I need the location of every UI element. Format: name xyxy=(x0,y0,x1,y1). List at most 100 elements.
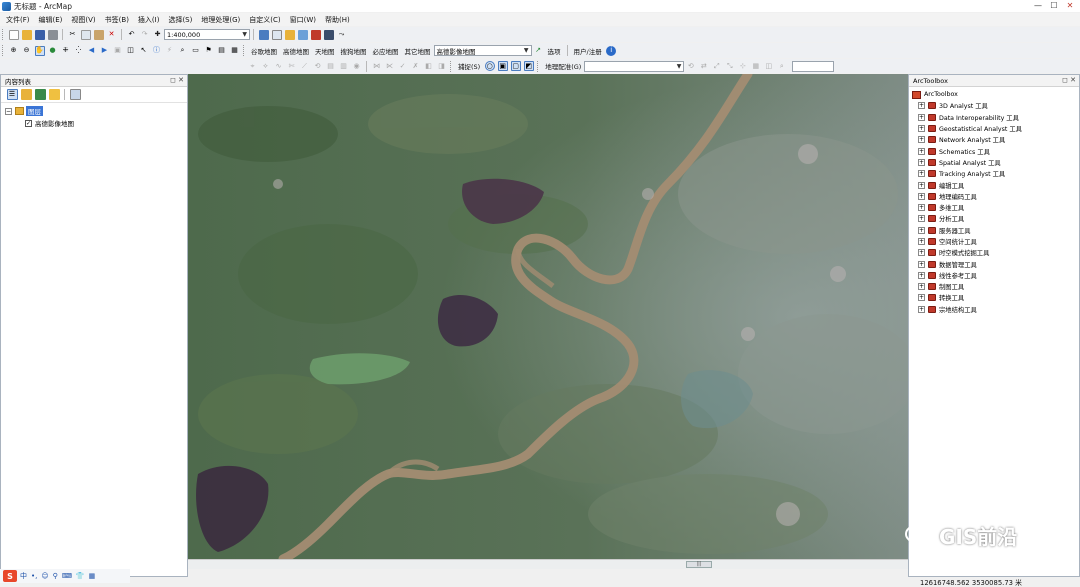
basemap-menu-other[interactable]: 其它地图 xyxy=(405,46,431,56)
add-control-points-icon[interactable]: ⤡ xyxy=(725,61,735,71)
toolbar-grip[interactable] xyxy=(243,45,246,56)
maximize-icon[interactable]: ☐ xyxy=(1046,0,1062,11)
expand-icon[interactable]: + xyxy=(918,147,925,155)
toolbox-item-label[interactable]: 制图工具 xyxy=(939,282,964,291)
toolbox-item-label[interactable]: Spatial Analyst 工具 xyxy=(939,158,1001,167)
expand-icon[interactable]: + xyxy=(918,249,925,257)
toolbox-item-label[interactable]: 空间统计工具 xyxy=(939,237,977,246)
list-by-source-icon[interactable] xyxy=(20,89,32,100)
map-view[interactable] xyxy=(188,74,908,559)
expand-icon[interactable]: + xyxy=(918,294,925,302)
info-icon[interactable]: i xyxy=(606,45,617,56)
georeferencing-menu[interactable]: 地理配准(G) xyxy=(545,61,581,71)
cut-polygons-icon[interactable]: ✄ xyxy=(287,61,297,71)
list-by-drawing-order-icon[interactable]: ☰ xyxy=(6,89,18,100)
options-menu[interactable]: 选项 xyxy=(548,46,561,56)
undo-icon[interactable]: ↶ xyxy=(127,30,137,40)
edit-tool-icon[interactable]: ⌖ xyxy=(248,61,258,71)
toolbox-item[interactable]: + 服务器工具 xyxy=(912,225,1076,236)
toolbox-item[interactable]: + 时空模式挖掘工具 xyxy=(912,247,1076,258)
toolbox-item-label[interactable]: Schematics 工具 xyxy=(939,147,990,156)
pin-icon[interactable]: ◻ xyxy=(1062,76,1068,84)
toolbox-item-label[interactable]: 转换工具 xyxy=(939,293,964,302)
expand-icon[interactable]: + xyxy=(918,226,925,234)
toolbox-item-label[interactable]: 宗地结构工具 xyxy=(939,305,977,314)
sogou-ime-icon[interactable]: S xyxy=(3,570,17,582)
toolbox-item-label[interactable]: Geostatistical Analyst 工具 xyxy=(939,124,1022,133)
expand-icon[interactable]: + xyxy=(918,136,925,144)
minimize-icon[interactable]: — xyxy=(1030,0,1046,11)
validate-icon[interactable]: ✓ xyxy=(398,61,408,71)
toolbox-item-label[interactable]: 时空模式挖掘工具 xyxy=(939,248,989,257)
menu-help[interactable]: 帮助(H) xyxy=(325,15,350,25)
table-of-contents-icon[interactable] xyxy=(271,29,282,40)
toolbox-item[interactable]: + 转换工具 xyxy=(912,292,1076,303)
expand-icon[interactable]: + xyxy=(918,102,925,110)
map-horizontal-scrollbar[interactable]: ||| xyxy=(188,559,908,569)
expand-icon[interactable]: + xyxy=(918,125,925,133)
time-slider-icon[interactable]: ▤ xyxy=(217,46,227,56)
copy-icon[interactable] xyxy=(80,29,91,40)
expand-icon[interactable]: + xyxy=(918,181,925,189)
expand-icon[interactable]: + xyxy=(918,170,925,178)
scale-raster-icon[interactable]: ⤢ xyxy=(712,61,722,71)
expand-icon[interactable]: + xyxy=(918,204,925,212)
edge-snapping-icon[interactable]: ◩ xyxy=(523,61,534,71)
toolbox-item[interactable]: + 多维工具 xyxy=(912,202,1076,213)
basemap-menu-tianditu[interactable]: 天地图 xyxy=(315,46,335,56)
toolbox-item-label[interactable]: 分析工具 xyxy=(939,214,964,223)
shift-raster-icon[interactable]: ⇄ xyxy=(699,61,709,71)
toolbox-item-label[interactable]: 地理编码工具 xyxy=(939,192,977,201)
basemap-layer-select[interactable]: 高德影像地图 ▼ xyxy=(433,45,532,56)
toolbox-item[interactable]: + 编辑工具 xyxy=(912,179,1076,190)
basemap-menu-sogou[interactable]: 搜狗地图 xyxy=(341,46,367,56)
toolbox-item[interactable]: + Geostatistical Analyst 工具 xyxy=(912,123,1076,134)
sketch-properties-icon[interactable]: ▥ xyxy=(339,61,349,71)
toolbox-item[interactable]: + Schematics 工具 xyxy=(912,145,1076,156)
expand-icon[interactable]: + xyxy=(918,283,925,291)
zoom-in-icon[interactable]: ⊕ xyxy=(9,46,19,56)
collapse-icon[interactable]: − xyxy=(5,107,12,115)
paste-icon[interactable] xyxy=(93,29,104,40)
toolbox-item-label[interactable]: Tracking Analyst 工具 xyxy=(939,169,1005,178)
menu-customize[interactable]: 自定义(C) xyxy=(249,15,280,25)
menu-geoprocessing[interactable]: 地理处理(G) xyxy=(201,15,240,25)
create-viewer-icon[interactable]: ▦ xyxy=(230,46,240,56)
toolbox-root[interactable]: ArcToolbox xyxy=(912,89,1076,100)
fix-error-icon[interactable]: ✗ xyxy=(411,61,421,71)
toolbar-grip[interactable] xyxy=(2,29,5,40)
reshape-icon[interactable]: ∿ xyxy=(274,61,284,71)
expand-icon[interactable]: + xyxy=(918,260,925,268)
save-icon[interactable] xyxy=(34,29,45,40)
menu-insert[interactable]: 插入(I) xyxy=(138,15,160,25)
toolbox-item-label[interactable]: 线性参考工具 xyxy=(939,271,977,280)
rotate-raster-icon[interactable]: ⟲ xyxy=(686,61,696,71)
close-icon[interactable]: ✕ xyxy=(178,76,184,84)
shared-edges-icon[interactable]: ◨ xyxy=(437,61,447,71)
toolbox-item-label[interactable]: 服务器工具 xyxy=(939,226,970,235)
toolbox-item[interactable]: + 地理编码工具 xyxy=(912,191,1076,202)
select-elements-icon[interactable]: ↖ xyxy=(139,46,149,56)
error-inspector-icon[interactable]: ◧ xyxy=(424,61,434,71)
toolbox-item[interactable]: + 数据管理工具 xyxy=(912,258,1076,269)
attributes-icon[interactable]: ▤ xyxy=(326,61,336,71)
list-by-visibility-icon[interactable] xyxy=(34,89,46,100)
user-register-menu[interactable]: 用户/注册 xyxy=(574,46,602,56)
toolbox-item[interactable]: + Network Analyst 工具 xyxy=(912,134,1076,145)
basemap-menu-google[interactable]: 谷歌地图 xyxy=(251,46,277,56)
expand-icon[interactable]: + xyxy=(918,215,925,223)
menu-selection[interactable]: 选择(S) xyxy=(168,15,192,25)
map-topology-icon[interactable]: ⋉ xyxy=(385,61,395,71)
layer-group-label[interactable]: 图层 xyxy=(26,106,43,116)
basemap-menu-amap[interactable]: 高德地图 xyxy=(283,46,309,56)
toolbox-item-label[interactable]: 3D Analyst 工具 xyxy=(939,101,988,110)
full-extent-icon[interactable]: ● xyxy=(48,46,58,56)
ime-chinese-mode[interactable]: 中 xyxy=(20,571,27,581)
measure-icon[interactable]: ▭ xyxy=(191,46,201,56)
menu-bookmarks[interactable]: 书签(B) xyxy=(105,15,129,25)
search-window-icon[interactable] xyxy=(297,29,308,40)
print-icon[interactable] xyxy=(47,29,58,40)
rotate-icon[interactable]: ⟲ xyxy=(313,61,323,71)
fixed-zoom-out-icon[interactable]: ⁛ xyxy=(74,46,84,56)
forward-extent-icon[interactable]: ▶ xyxy=(100,46,110,56)
